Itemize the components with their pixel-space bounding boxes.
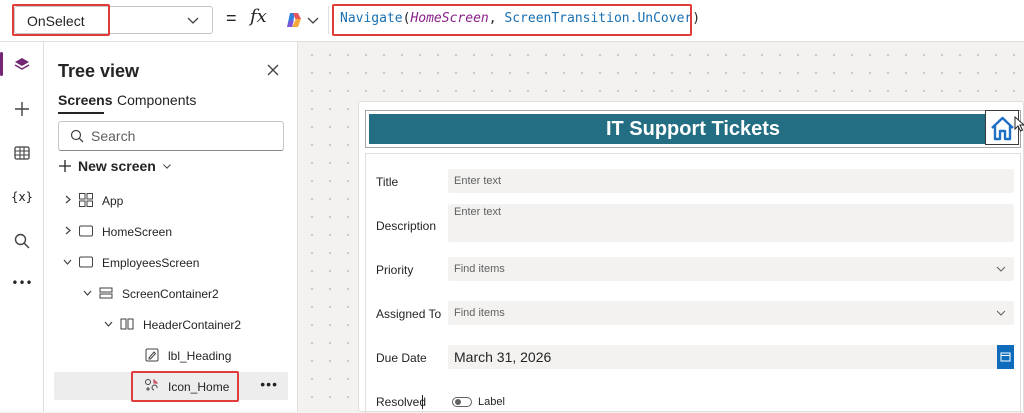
tree-node-label: ScreenContainer2 <box>122 287 219 301</box>
copilot-icon <box>287 13 301 27</box>
tree-node-app[interactable]: App <box>54 186 288 214</box>
rail-active-indicator <box>0 52 3 76</box>
chevron-down-icon <box>307 17 319 24</box>
resolved-label: Resolved <box>376 395 427 409</box>
description-label: Description <box>376 219 437 233</box>
home-icon <box>991 116 1014 141</box>
property-highlight <box>12 4 110 36</box>
screen-icon <box>79 225 93 237</box>
new-screen-button[interactable]: New screen <box>58 156 172 176</box>
design-canvas: IT Support Tickets Title Enter text Desc… <box>299 42 1024 413</box>
chevron-right-icon[interactable] <box>62 194 73 205</box>
chevron-right-icon[interactable] <box>62 225 73 236</box>
copilot-button[interactable] <box>280 7 324 33</box>
vertical-container-icon <box>99 287 113 299</box>
active-tab-underline <box>58 112 104 114</box>
tree-node-headercontainer2[interactable]: HeaderContainer2 <box>54 310 288 338</box>
chevron-down-icon <box>162 164 171 169</box>
formula-highlight <box>332 4 692 36</box>
variables-icon[interactable]: {x} <box>11 186 33 208</box>
header-label[interactable]: IT Support Tickets <box>369 114 1017 144</box>
priority-label: Priority <box>376 263 414 277</box>
assigned-to-label: Assigned To <box>376 307 442 321</box>
tree-node-lbl-heading[interactable]: lbl_Heading <box>54 341 288 369</box>
tree-node-screencontainer2[interactable]: ScreenContainer2 <box>54 279 288 307</box>
toggle-knob <box>455 399 461 405</box>
mouse-cursor-icon <box>1014 116 1024 132</box>
tab-components[interactable]: Components <box>117 92 196 108</box>
more-icon[interactable]: ••• <box>11 272 33 294</box>
fx-icon: fx <box>250 6 267 27</box>
equals-sign: = <box>226 8 237 28</box>
tree-search-input[interactable] <box>89 127 279 145</box>
title-label: Title <box>376 175 399 189</box>
tree-node-label: HomeScreen <box>102 225 173 239</box>
tree-node-employeesscreen[interactable]: EmployeesScreen <box>54 248 288 276</box>
plus-icon[interactable] <box>11 98 33 120</box>
title-input[interactable]: Enter text <box>448 169 1014 193</box>
tree-node-label: lbl_Heading <box>168 349 232 363</box>
layers-icon[interactable] <box>11 54 33 76</box>
priority-combobox[interactable]: Find items <box>448 257 1014 281</box>
chevron-down-icon <box>187 17 199 24</box>
app-screen-preview: IT Support Tickets Title Enter text Desc… <box>358 101 1024 413</box>
date-picker-button[interactable] <box>997 345 1014 369</box>
screen-icon <box>79 256 93 268</box>
calendar-icon <box>1000 352 1011 362</box>
ticket-form: Title Enter text Description Enter text … <box>365 153 1021 413</box>
app-icon <box>79 193 93 207</box>
tree-node-label: App <box>102 194 124 208</box>
left-rail: {x} ••• <box>0 42 44 412</box>
formula-divider <box>328 6 329 34</box>
tree-node-homescreen[interactable]: HomeScreen <box>54 217 288 245</box>
tree-view-title: Tree view <box>58 61 140 81</box>
chevron-down-icon[interactable] <box>103 318 114 329</box>
tree-node-label: HeaderContainer2 <box>143 318 242 332</box>
description-input[interactable]: Enter text <box>448 204 1014 242</box>
tree-node-label: EmployeesScreen <box>102 256 200 270</box>
due-date-input[interactable]: March 31, 2026 <box>448 345 998 369</box>
more-options-icon[interactable]: ••• <box>260 376 278 392</box>
assigned-to-combobox[interactable]: Find items <box>448 301 1014 325</box>
due-date-label: Due Date <box>376 351 427 365</box>
chevron-down-icon <box>996 266 1006 272</box>
chevron-down-icon <box>996 310 1006 316</box>
close-icon[interactable] <box>265 62 281 78</box>
search-icon <box>70 129 84 143</box>
tab-screens[interactable]: Screens <box>58 92 112 108</box>
search-icon[interactable] <box>11 230 33 252</box>
priority-placeholder: Find items <box>454 263 505 275</box>
resolved-toggle[interactable] <box>452 397 472 407</box>
formula-bar: OnSelect = fx Navigate(HomeScreen, Scree… <box>0 0 1024 42</box>
new-screen-label: New screen <box>78 158 156 174</box>
toggle-label: Label <box>478 396 505 408</box>
label-icon <box>145 348 159 362</box>
chevron-down-icon[interactable] <box>82 287 93 298</box>
plus-icon <box>59 160 71 172</box>
assigned-to-placeholder: Find items <box>454 307 505 319</box>
text-caret <box>422 395 423 409</box>
icon-home-highlight <box>131 371 239 402</box>
header-container[interactable]: IT Support Tickets <box>365 110 1021 148</box>
tree-view-panel: Tree view Screens Components New screen … <box>44 42 298 412</box>
chevron-down-icon[interactable] <box>62 256 73 267</box>
horizontal-container-icon <box>120 318 134 330</box>
table-icon[interactable] <box>11 142 33 164</box>
tree-search <box>58 121 284 151</box>
